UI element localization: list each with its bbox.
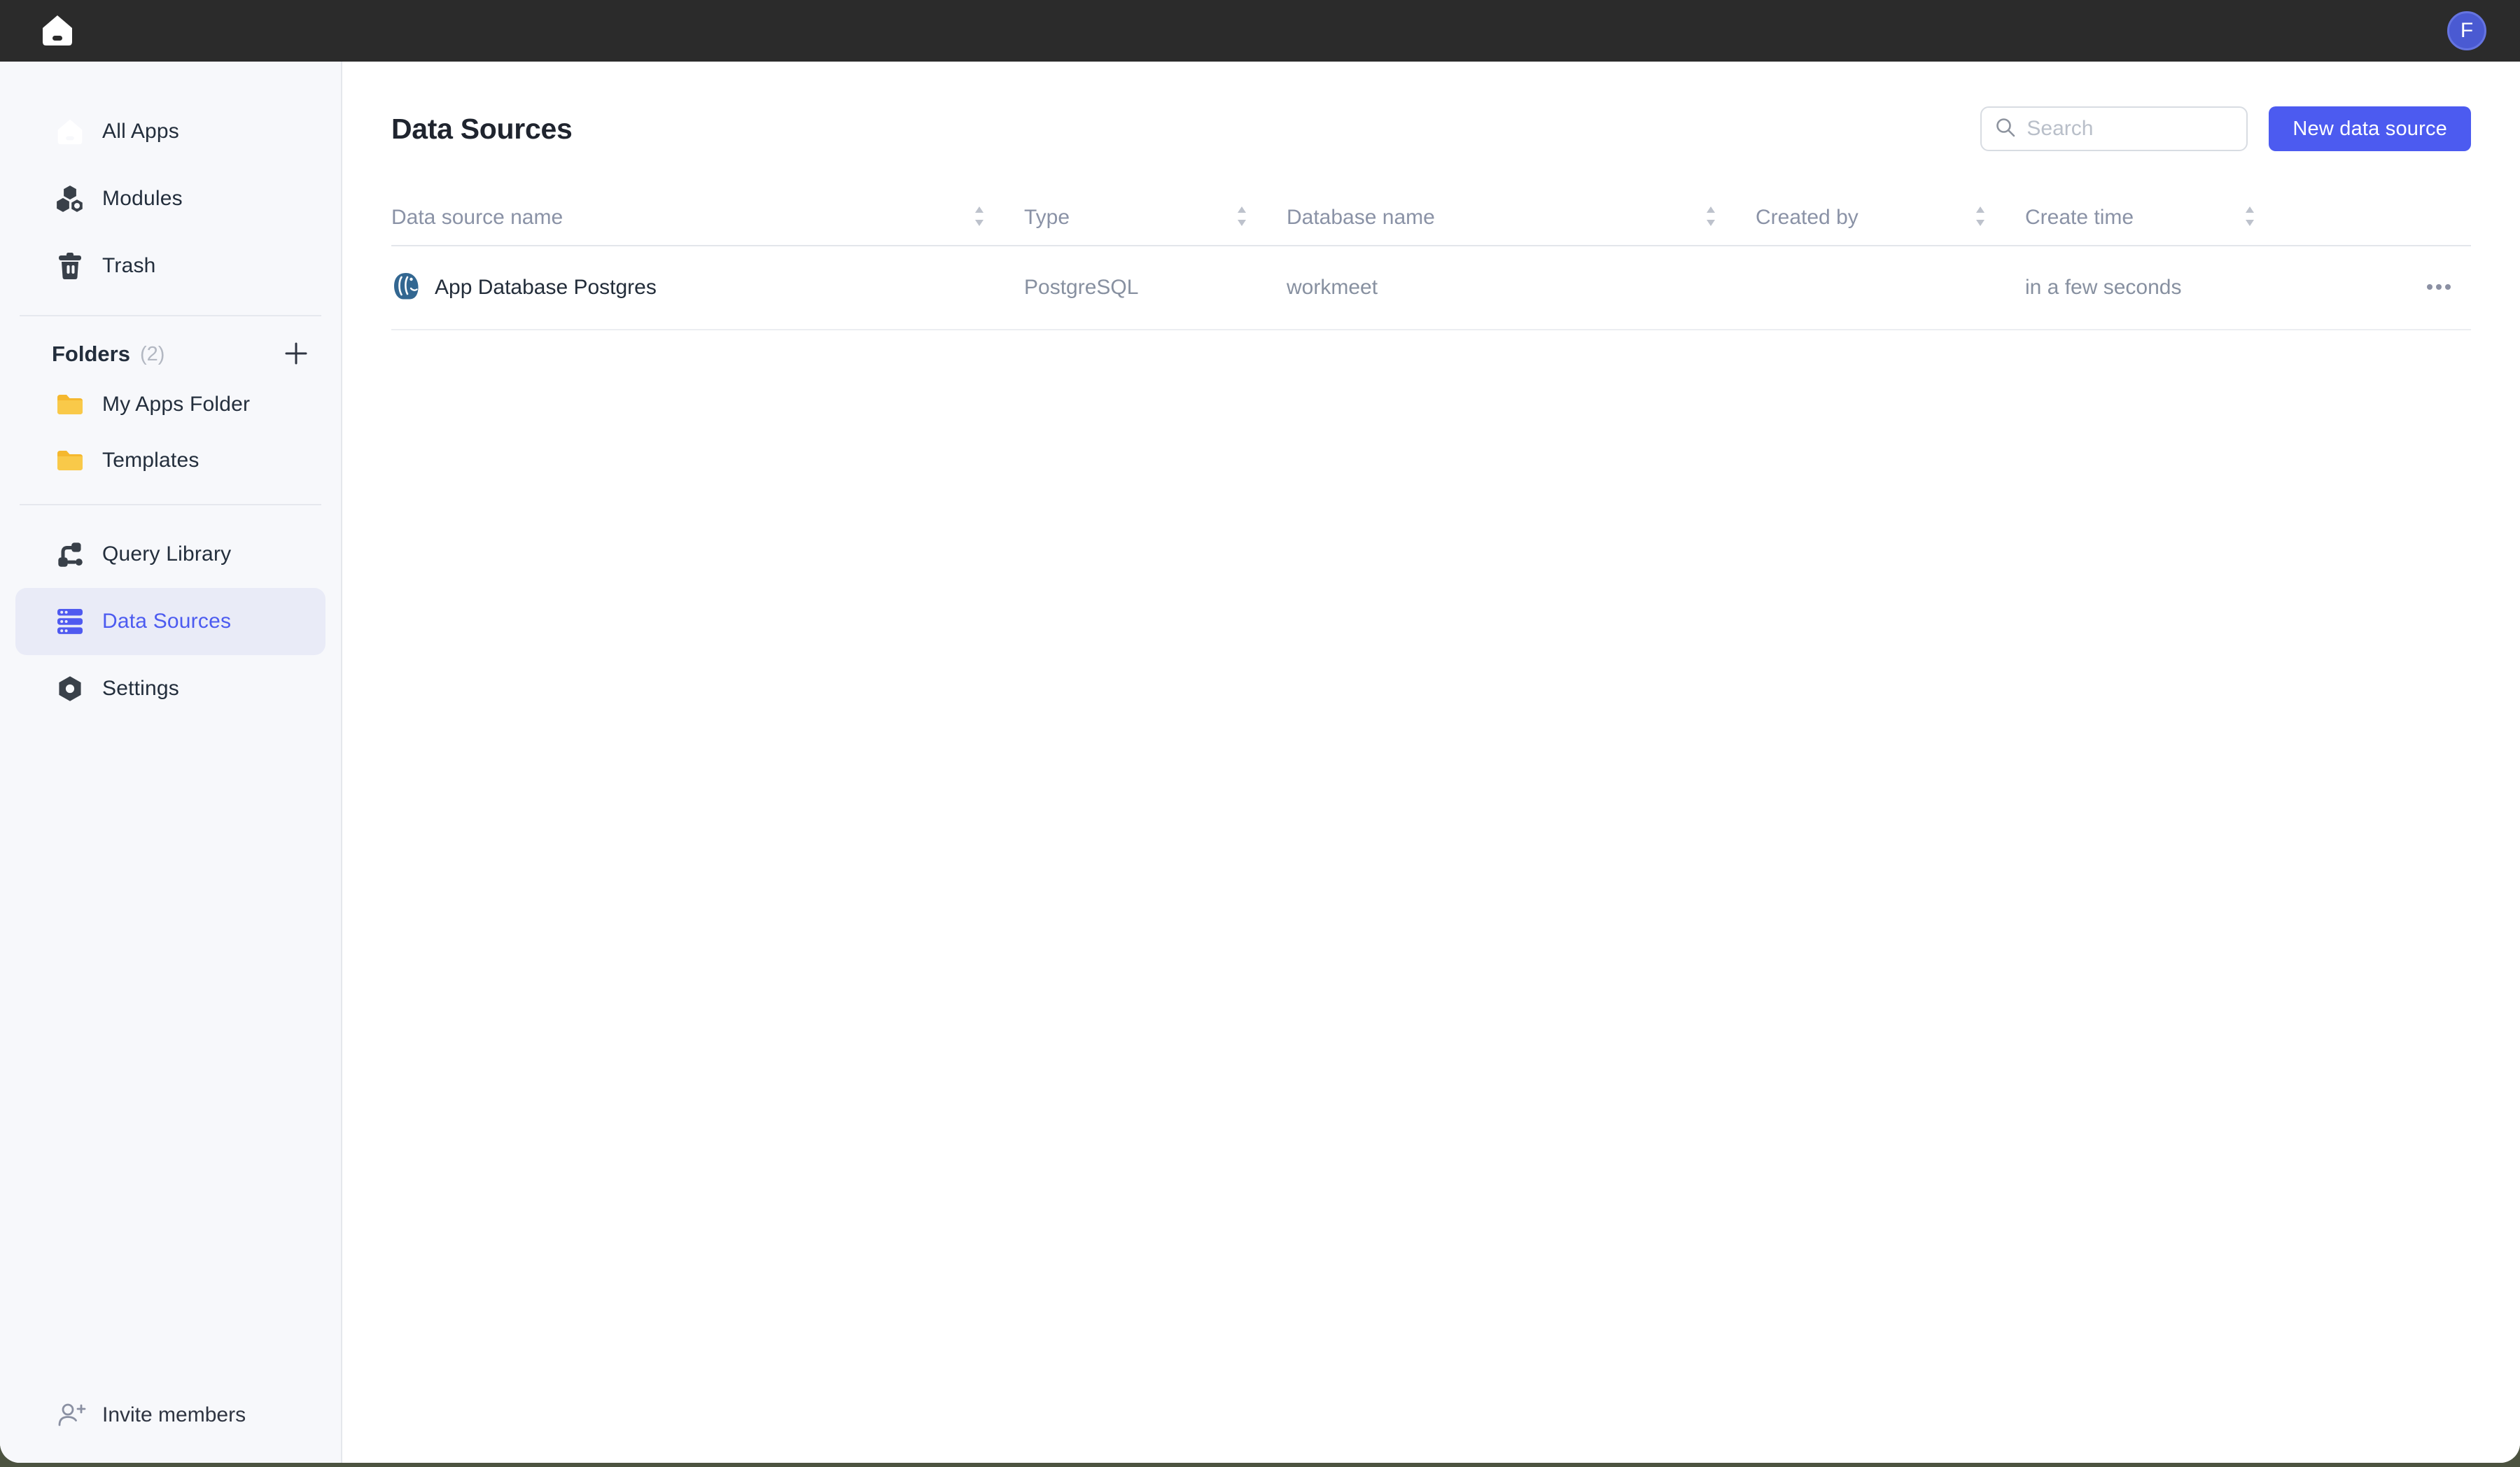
home-icon: [41, 13, 74, 49]
sidebar-item-label: Data Sources: [102, 610, 231, 633]
settings-icon: [56, 675, 84, 703]
sort-icon: [1235, 204, 1249, 232]
sidebar-divider: [20, 315, 321, 316]
column-header-created-by[interactable]: Created by: [1739, 190, 2008, 245]
home-button[interactable]: [39, 13, 76, 49]
data-sources-icon: [56, 608, 84, 636]
search-icon: [1994, 116, 2017, 142]
row-actions-button[interactable]: [2418, 275, 2460, 301]
sidebar-item-label: Settings: [102, 677, 179, 701]
column-header-actions: [2278, 190, 2471, 245]
table-row[interactable]: App Database Postgres PostgreSQL workmee…: [391, 246, 2471, 330]
sidebar-item-query-library[interactable]: Query Library: [15, 521, 326, 588]
postgresql-icon: [391, 272, 421, 304]
sidebar: All Apps Modules: [0, 62, 342, 1463]
invite-user-icon: [56, 1400, 87, 1431]
home-icon: [56, 118, 84, 146]
folders-title: Folders: [52, 342, 130, 367]
column-header-database-name[interactable]: Database name: [1270, 190, 1739, 245]
sidebar-item-data-sources[interactable]: Data Sources: [15, 588, 326, 655]
sidebar-item-label: Templates: [102, 449, 200, 472]
sidebar-item-label: My Apps Folder: [102, 393, 250, 416]
sort-icon: [972, 204, 986, 232]
kebab-menu-icon: [2425, 282, 2453, 294]
sidebar-folder-templates[interactable]: Templates: [15, 433, 326, 489]
search-box: [1980, 106, 2248, 151]
sort-icon: [1973, 204, 1987, 232]
data-source-type: PostgreSQL: [1007, 276, 1270, 300]
invite-members-button[interactable]: Invite members: [15, 1393, 326, 1438]
sidebar-divider: [20, 504, 321, 505]
sidebar-item-all-apps[interactable]: All Apps: [15, 98, 326, 165]
folders-count: (2): [140, 343, 164, 366]
search-input[interactable]: [2026, 117, 2234, 141]
plus-icon: [282, 339, 310, 370]
sort-icon: [2243, 204, 2257, 232]
query-library-icon: [56, 540, 84, 568]
sidebar-folder-my-apps[interactable]: My Apps Folder: [15, 377, 326, 433]
new-data-source-button[interactable]: New data source: [2269, 106, 2471, 151]
avatar[interactable]: F: [2447, 11, 2486, 50]
folders-header: Folders (2): [15, 332, 326, 377]
add-folder-button[interactable]: [279, 337, 313, 371]
column-header-create-time[interactable]: Create time: [2008, 190, 2278, 245]
folder-icon: [56, 447, 84, 475]
sidebar-item-label: Trash: [102, 254, 156, 278]
database-name: workmeet: [1270, 276, 1739, 300]
sidebar-item-label: Modules: [102, 187, 183, 211]
data-sources-table: Data source name Type: [391, 190, 2471, 330]
trash-icon: [56, 252, 84, 280]
page-title: Data Sources: [391, 113, 572, 146]
app-window: F All Apps: [0, 0, 2520, 1463]
modules-icon: [56, 185, 84, 213]
main-content: Data Sources New data source: [342, 62, 2520, 1463]
data-source-name: App Database Postgres: [435, 276, 657, 300]
table-header-row: Data source name Type: [391, 190, 2471, 246]
sidebar-item-settings[interactable]: Settings: [15, 655, 326, 722]
folder-icon: [56, 391, 84, 419]
column-header-type[interactable]: Type: [1007, 190, 1270, 245]
column-header-data-source-name[interactable]: Data source name: [391, 190, 1007, 245]
sidebar-item-trash[interactable]: Trash: [15, 232, 326, 300]
invite-members-label: Invite members: [102, 1403, 246, 1427]
sidebar-item-label: All Apps: [102, 120, 179, 143]
sidebar-item-modules[interactable]: Modules: [15, 165, 326, 232]
create-time: in a few seconds: [2008, 276, 2278, 300]
sidebar-item-label: Query Library: [102, 542, 231, 566]
sort-icon: [1704, 204, 1718, 232]
top-bar: F: [0, 0, 2520, 62]
